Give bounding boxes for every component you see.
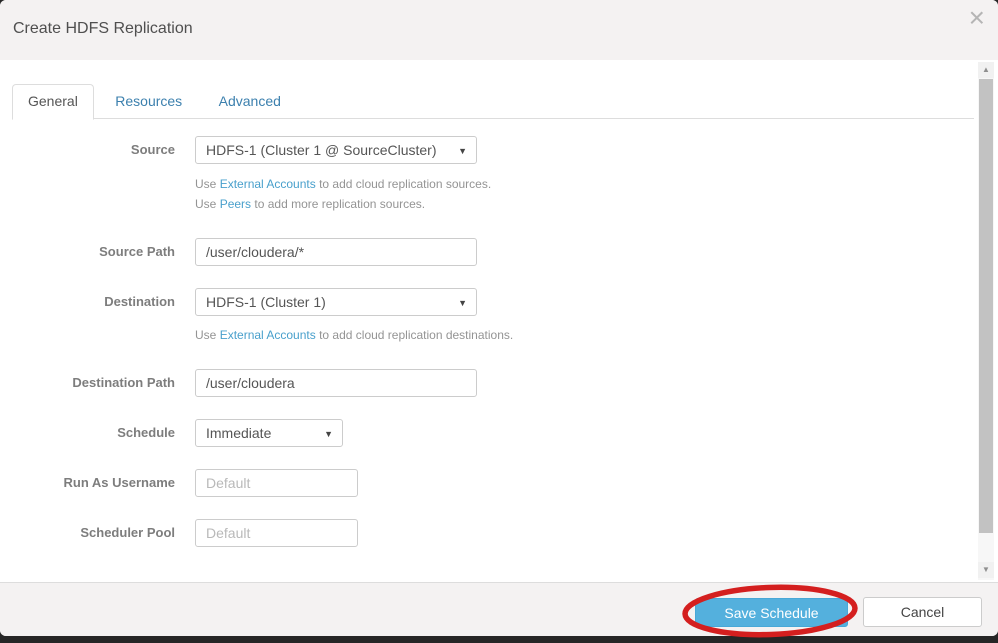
external-accounts-link[interactable]: External Accounts: [220, 177, 316, 191]
tab-resources[interactable]: Resources: [100, 85, 197, 120]
schedule-select[interactable]: Immediate ▼: [195, 419, 343, 447]
tab-advanced[interactable]: Advanced: [204, 85, 296, 120]
create-hdfs-replication-dialog: Create HDFS Replication × General Resour…: [0, 0, 998, 636]
source-helper-line-accounts: Use External Accounts to add cloud repli…: [195, 174, 491, 194]
external-accounts-link[interactable]: External Accounts: [220, 328, 316, 342]
source-label: Source: [0, 136, 175, 164]
destination-select[interactable]: HDFS-1 (Cluster 1) ▼: [195, 288, 477, 316]
scroll-down-icon[interactable]: ▼: [978, 562, 994, 578]
peers-link[interactable]: Peers: [220, 197, 251, 211]
run-as-username-label: Run As Username: [0, 469, 175, 497]
tab-bar: General Resources Advanced: [12, 84, 974, 119]
schedule-select-value: Immediate: [206, 425, 271, 441]
destination-helper-text: Use External Accounts to add cloud repli…: [195, 325, 513, 345]
scrollbar-thumb[interactable]: [979, 79, 993, 533]
chevron-down-icon: ▼: [324, 420, 333, 448]
source-select[interactable]: HDFS-1 (Cluster 1 @ SourceCluster) ▼: [195, 136, 477, 164]
tab-general[interactable]: General: [12, 84, 94, 120]
source-path-label: Source Path: [0, 238, 175, 266]
save-schedule-button[interactable]: Save Schedule: [695, 598, 848, 627]
scroll-up-icon[interactable]: ▲: [978, 62, 994, 78]
destination-label: Destination: [0, 288, 175, 316]
cancel-button[interactable]: Cancel: [863, 597, 982, 627]
source-select-value: HDFS-1 (Cluster 1 @ SourceCluster): [206, 142, 437, 158]
run-as-username-input[interactable]: [195, 469, 358, 497]
destination-path-label: Destination Path: [0, 369, 175, 397]
vertical-scrollbar[interactable]: ▲ ▼: [978, 62, 994, 580]
destination-select-value: HDFS-1 (Cluster 1): [206, 294, 326, 310]
dialog-title: Create HDFS Replication: [13, 20, 193, 38]
dialog-header: Create HDFS Replication ×: [0, 0, 998, 60]
source-helper-line-peers: Use Peers to add more replication source…: [195, 194, 491, 214]
destination-path-input[interactable]: [195, 369, 477, 397]
chevron-down-icon: ▼: [458, 137, 467, 165]
chevron-down-icon: ▼: [458, 289, 467, 317]
scheduler-pool-input[interactable]: [195, 519, 358, 547]
destination-helper-line-accounts: Use External Accounts to add cloud repli…: [195, 325, 513, 345]
source-helper-text: Use External Accounts to add cloud repli…: [195, 174, 491, 214]
dialog-footer: Save Schedule Cancel: [0, 582, 998, 636]
schedule-label: Schedule: [0, 419, 175, 447]
source-path-input[interactable]: [195, 238, 477, 266]
close-icon[interactable]: ×: [969, 2, 985, 34]
scheduler-pool-label: Scheduler Pool: [0, 519, 175, 547]
